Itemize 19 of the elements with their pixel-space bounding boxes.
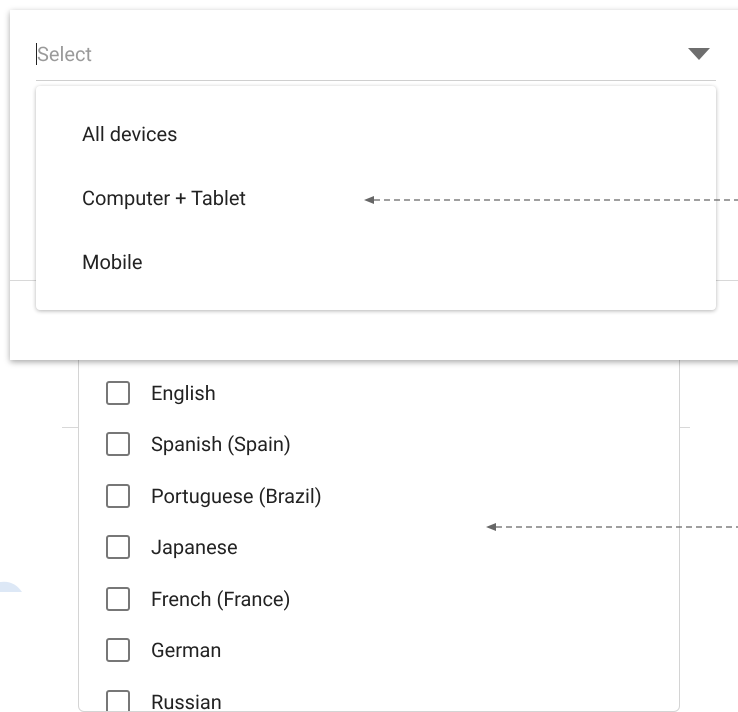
menu-option[interactable]: All devices [36, 102, 716, 166]
checkbox[interactable] [106, 535, 130, 560]
checkbox[interactable] [106, 432, 130, 456]
checkbox[interactable] [106, 690, 130, 711]
checkbox[interactable] [106, 484, 130, 508]
language-label: Portuguese (Brazil) [151, 484, 322, 508]
checkbox[interactable] [106, 380, 130, 405]
menu-option[interactable]: Mobile [36, 230, 716, 294]
language-label: German [151, 638, 222, 662]
language-label: Japanese [151, 535, 238, 560]
select-placeholder: Select [36, 42, 92, 66]
checkbox[interactable] [106, 586, 130, 611]
checkbox[interactable] [106, 638, 130, 662]
language-label: Russian [151, 690, 222, 711]
language-label: English [151, 380, 216, 405]
language-label: Spanish (Spain) [151, 432, 291, 456]
dropdown-arrow-icon[interactable] [688, 48, 710, 60]
menu-option[interactable]: Computer + Tablet [36, 166, 716, 230]
language-label: French (France) [151, 586, 290, 611]
